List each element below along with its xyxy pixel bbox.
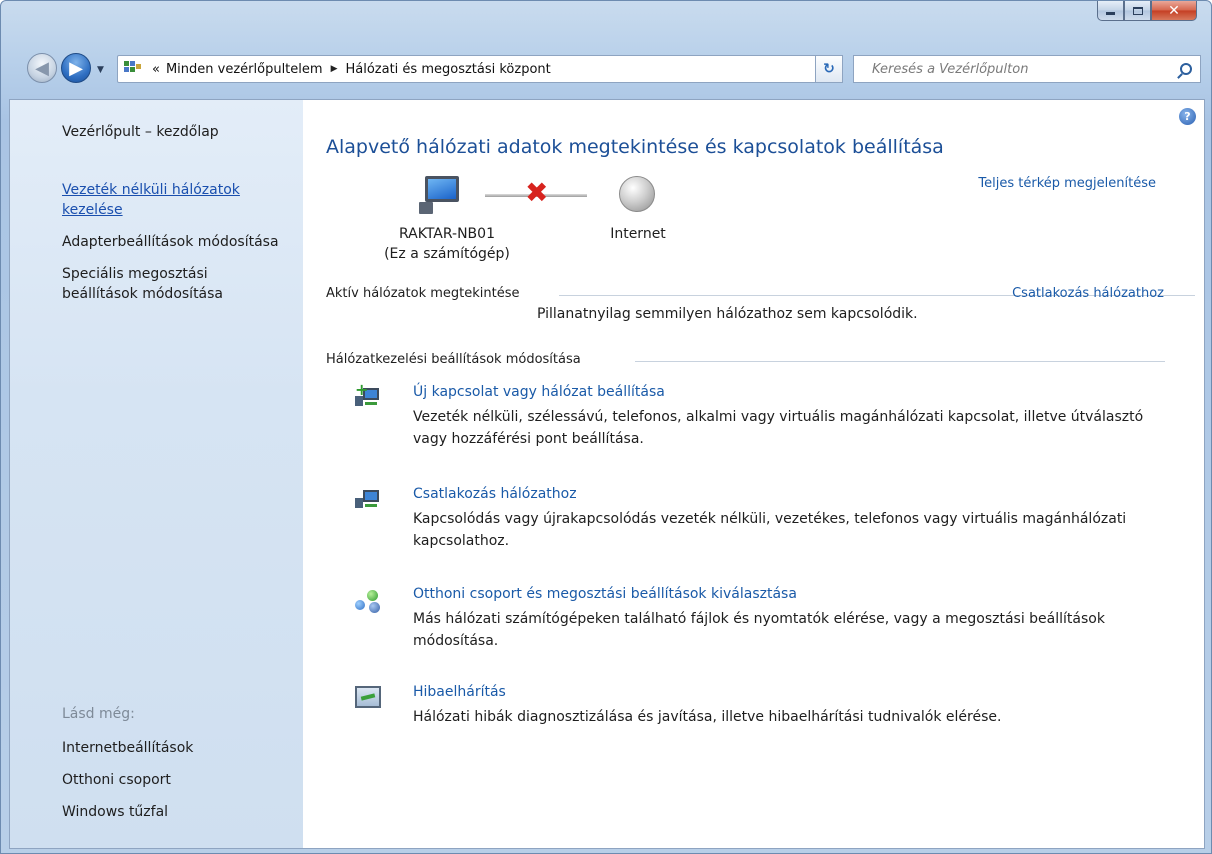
no-network-message: Pillanatnyilag semmilyen hálózathoz sem … bbox=[537, 306, 918, 322]
computer-name: RAKTAR-NB01 bbox=[399, 226, 495, 242]
computer-subtitle: (Ez a számítógép) bbox=[384, 246, 510, 262]
task-description: Kapcsolódás vagy újrakapcsolódás vezeték… bbox=[413, 511, 1127, 549]
breadcrumb-separator-icon[interactable]: ▶ bbox=[331, 64, 338, 74]
minimize-icon bbox=[1106, 12, 1115, 15]
homegroup-icon bbox=[355, 588, 381, 613]
address-overflow-chevron[interactable]: « bbox=[152, 62, 160, 77]
window-controls: ✕ bbox=[1097, 1, 1197, 21]
sidebar-item-wireless[interactable]: Vezeték nélküli hálózatok kezelése bbox=[62, 180, 240, 220]
new-connection-icon: + bbox=[355, 382, 381, 410]
sidebar-item-label: beállítások módosítása bbox=[62, 286, 224, 302]
task-description: Vezeték nélküli, szélessávú, telefonos, … bbox=[413, 409, 1144, 447]
recent-pages-dropdown[interactable]: ▼ bbox=[97, 65, 104, 75]
control-panel-icon bbox=[124, 61, 142, 77]
page-title: Alapvető hálózati adatok megtekintése és… bbox=[326, 136, 944, 158]
breadcrumb-network-center[interactable]: Hálózati és megosztási központ bbox=[345, 62, 550, 77]
connect-network-link[interactable]: Csatlakozás hálózathoz bbox=[1012, 286, 1164, 301]
internet-label: Internet bbox=[610, 226, 666, 242]
sidebar-home-link[interactable]: Vezérlőpult – kezdőlap bbox=[62, 122, 219, 142]
task-description: Más hálózati számítógépeken található fá… bbox=[413, 611, 1105, 649]
connect-network-task-link[interactable]: Csatlakozás hálózathoz bbox=[413, 486, 577, 502]
minimize-button[interactable] bbox=[1097, 1, 1124, 21]
homegroup-link[interactable]: Otthoni csoport és megosztási beállításo… bbox=[413, 586, 797, 602]
settings-heading: Hálózatkezelési beállítások módosítása bbox=[326, 352, 581, 367]
close-button[interactable]: ✕ bbox=[1151, 1, 1197, 21]
forward-button[interactable]: ▶ bbox=[61, 53, 91, 83]
back-button[interactable]: ◀ bbox=[27, 53, 57, 83]
troubleshoot-link[interactable]: Hibaelhárítás bbox=[413, 684, 506, 700]
address-bar[interactable]: « Minden vezérlőpultelem ▶ Hálózati és m… bbox=[117, 55, 841, 83]
main-panel: ? Alapvető hálózati adatok megtekintése … bbox=[303, 100, 1204, 848]
title-bar: ✕ bbox=[1, 1, 1211, 49]
troubleshoot-icon bbox=[355, 686, 381, 710]
see-also-homegroup[interactable]: Otthoni csoport bbox=[62, 770, 171, 790]
divider bbox=[635, 361, 1165, 362]
sidebar: Vezérlőpult – kezdőlap Vezeték nélküli h… bbox=[10, 100, 303, 848]
close-icon: ✕ bbox=[1168, 2, 1180, 19]
navigation-bar: ◀ ▶ ▼ « Minden vezérlőpultelem ▶ Hálózat… bbox=[1, 51, 1211, 95]
see-also-firewall[interactable]: Windows tűzfal bbox=[62, 802, 168, 822]
see-also-internet-options[interactable]: Internetbeállítások bbox=[62, 738, 193, 758]
refresh-icon: ↻ bbox=[823, 61, 835, 77]
window: ✕ ◀ ▶ ▼ « Minden vezérlőpultelem ▶ Hálóz… bbox=[0, 0, 1212, 854]
disconnected-x-icon[interactable]: ✖ bbox=[525, 178, 548, 208]
sidebar-item-adapter[interactable]: Adapterbeállítások módosítása bbox=[62, 232, 279, 252]
maximize-button[interactable] bbox=[1124, 1, 1151, 21]
search-box[interactable] bbox=[853, 55, 1201, 83]
refresh-button[interactable]: ↻ bbox=[815, 55, 843, 83]
new-connection-link[interactable]: Új kapcsolat vagy hálózat beállítása bbox=[413, 384, 665, 400]
internet-globe-icon bbox=[619, 176, 655, 212]
help-icon[interactable]: ? bbox=[1179, 108, 1196, 125]
see-also-heading: Lásd még: bbox=[62, 706, 135, 722]
search-input[interactable] bbox=[872, 61, 1162, 77]
active-networks-heading: Aktív hálózatok megtekintése bbox=[326, 286, 520, 301]
connect-network-icon bbox=[355, 488, 381, 512]
sidebar-item-label: kezelése bbox=[62, 202, 123, 218]
forward-arrow-icon: ▶ bbox=[69, 57, 83, 79]
sidebar-item-label: Vezeték nélküli hálózatok bbox=[62, 182, 240, 198]
maximize-icon bbox=[1132, 6, 1143, 15]
back-arrow-icon: ◀ bbox=[35, 57, 49, 79]
content-area: Vezérlőpult – kezdőlap Vezeték nélküli h… bbox=[9, 99, 1205, 849]
network-map: ✖ RAKTAR-NB01 (Ez a számítógép) Internet bbox=[333, 168, 693, 268]
search-icon[interactable] bbox=[1180, 63, 1192, 75]
sidebar-item-label: Speciális megosztási bbox=[62, 266, 208, 282]
full-map-link[interactable]: Teljes térkép megjelenítése bbox=[978, 176, 1156, 191]
sidebar-item-advanced-sharing[interactable]: Speciális megosztási beállítások módosít… bbox=[62, 264, 223, 304]
computer-label: RAKTAR-NB01 (Ez a számítógép) bbox=[377, 224, 517, 264]
task-description: Hálózati hibák diagnosztizálása és javít… bbox=[413, 709, 1002, 725]
breadcrumb-all-items[interactable]: Minden vezérlőpultelem bbox=[166, 62, 323, 77]
computer-icon bbox=[419, 176, 461, 214]
